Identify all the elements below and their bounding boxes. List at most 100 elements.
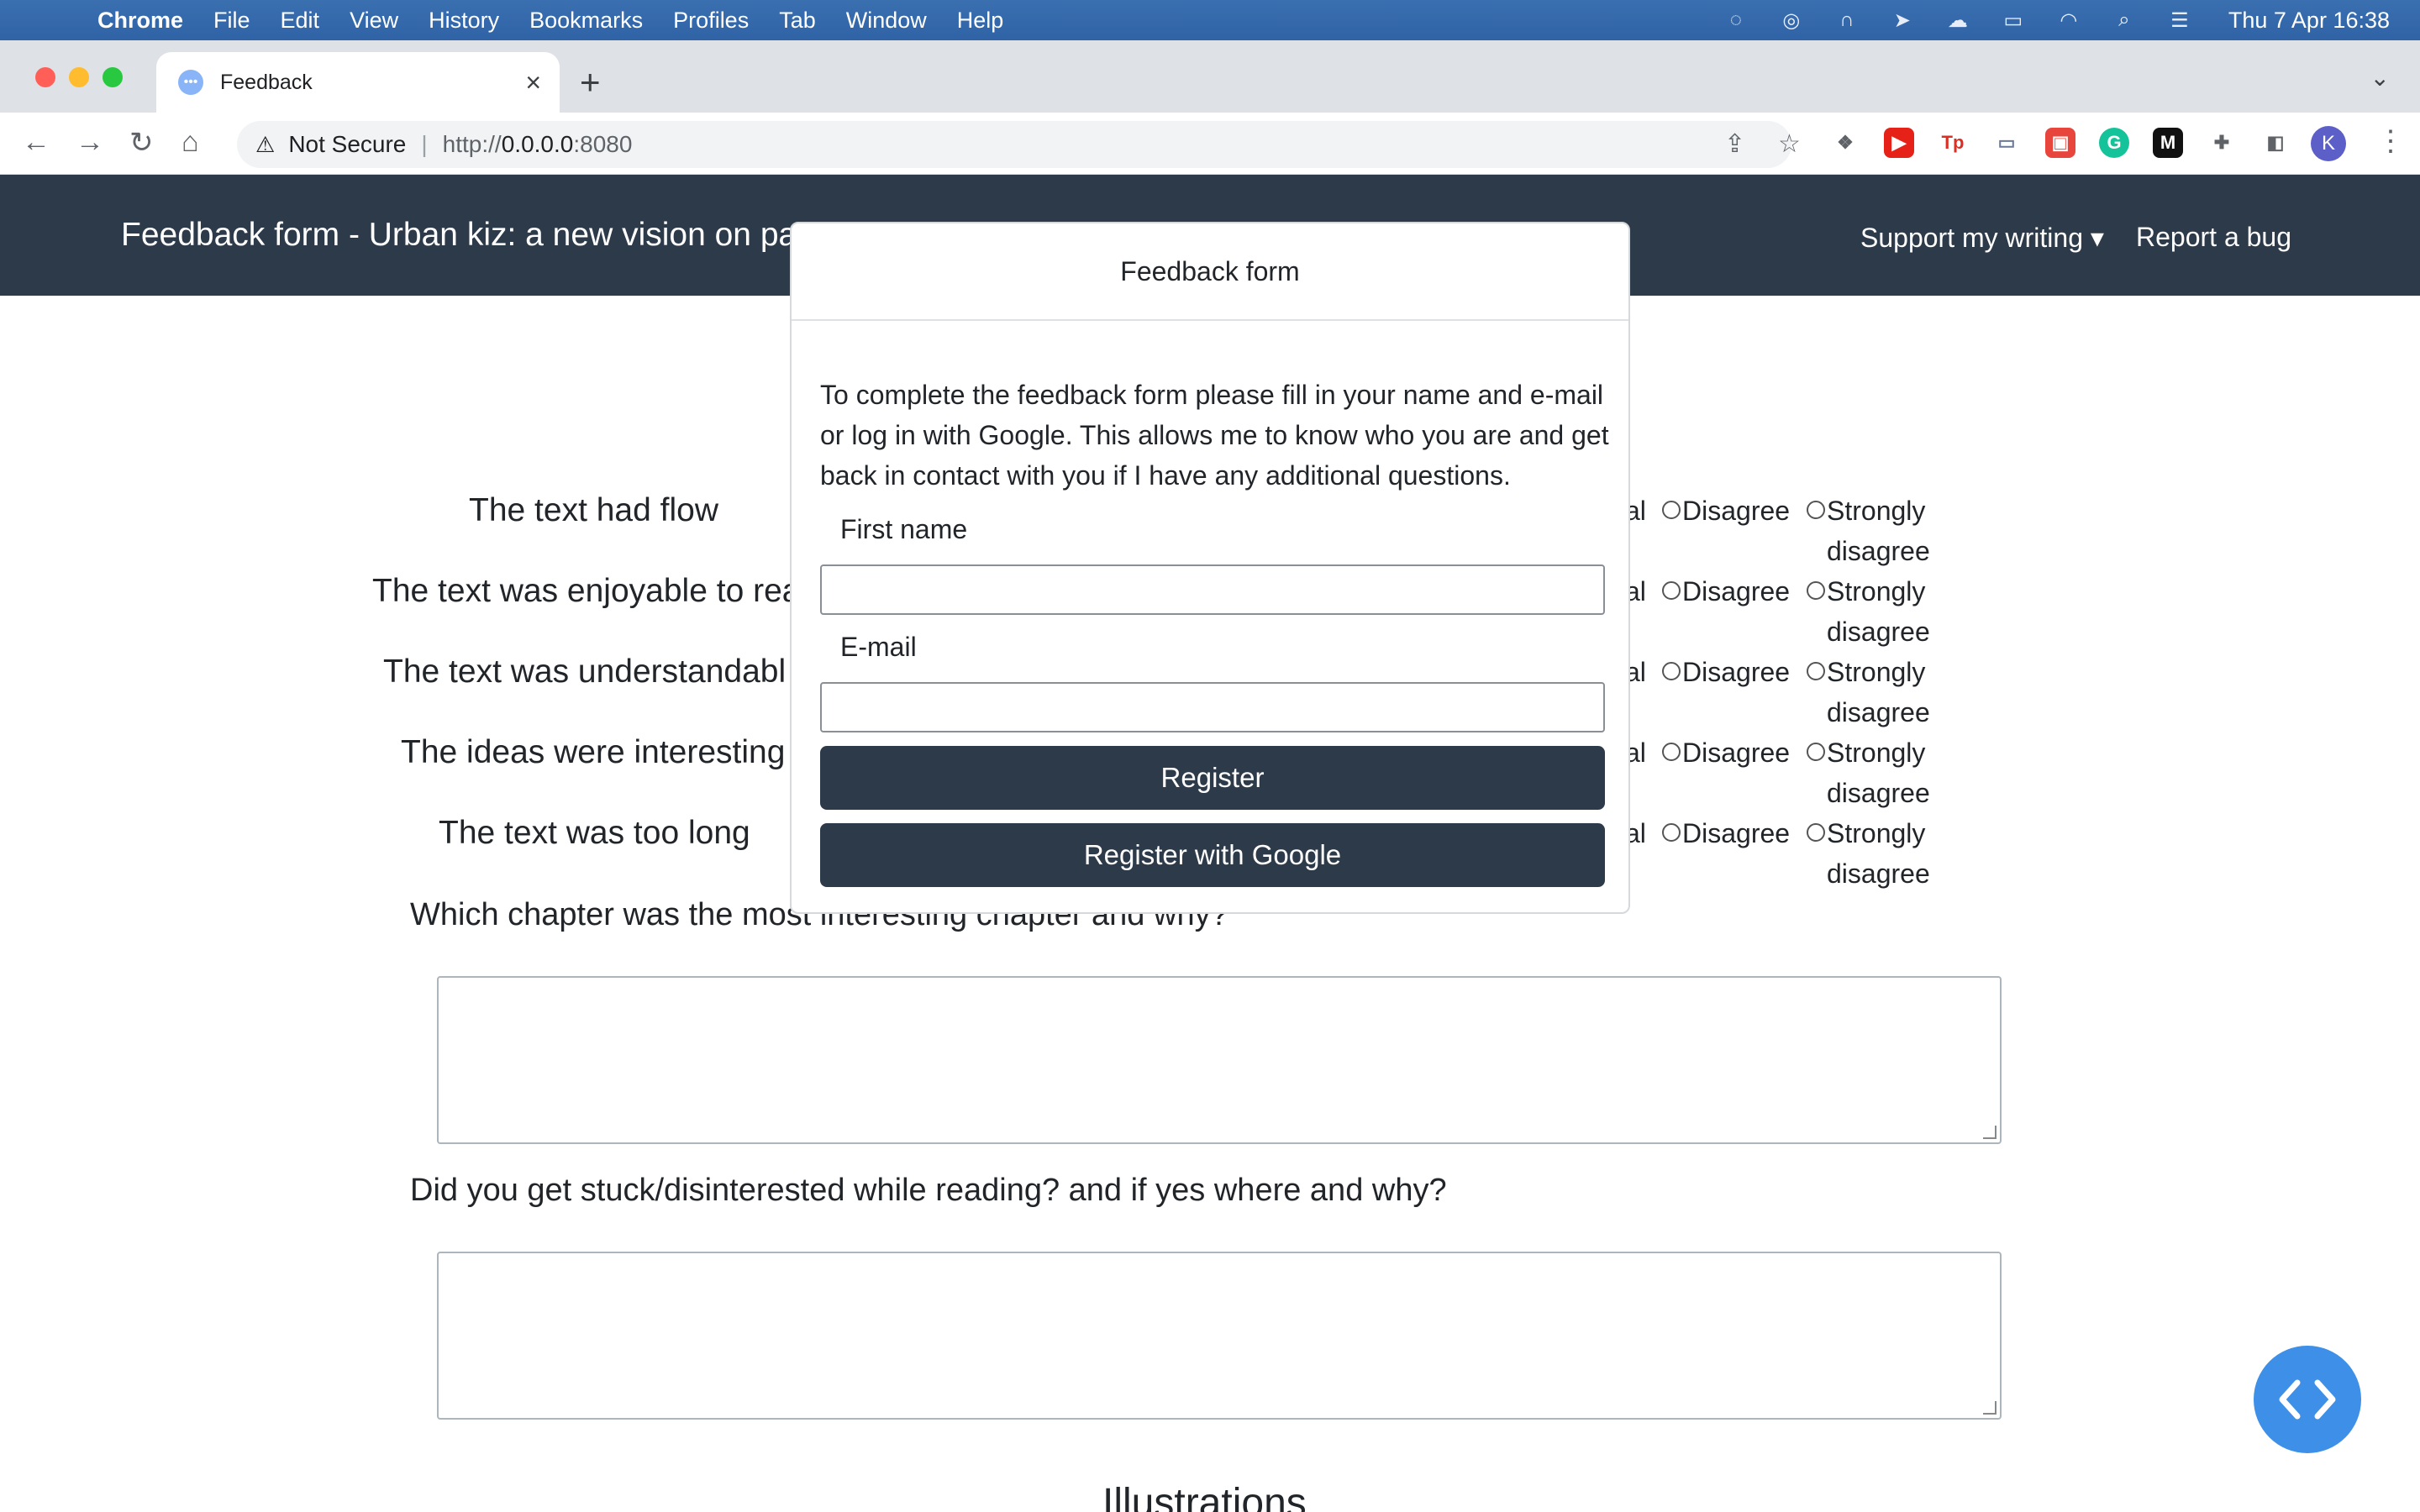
wifi-icon[interactable]: ◠ — [2055, 8, 2082, 32]
strongly-disagree-label-line2: disagree — [1827, 536, 1930, 566]
modal-title: Feedback form — [1120, 255, 1300, 286]
tab-strip: ••• Feedback × + ⌄ — [0, 40, 2420, 113]
battery-icon[interactable]: ▭ — [2000, 8, 2027, 32]
statement-label: The ideas were interesting — [401, 734, 786, 770]
radio-strongly-disagree[interactable] — [1807, 500, 1825, 519]
menubar-clock[interactable]: Thu 7 Apr 16:38 — [2228, 8, 2390, 34]
tab-feedback[interactable]: ••• Feedback × — [156, 52, 560, 113]
close-window-button[interactable] — [35, 67, 55, 87]
radio-strongly-disagree[interactable] — [1807, 580, 1825, 600]
stuck-answer-textarea[interactable] — [437, 1252, 2002, 1420]
tab-title: Feedback — [220, 70, 313, 94]
radio-disagree[interactable] — [1662, 500, 1681, 519]
radio-strongly-disagree[interactable] — [1807, 742, 1825, 761]
creative-cloud-icon[interactable]: ◎ — [1778, 8, 1805, 32]
disagree-option[interactable]: Disagree — [1662, 818, 1790, 849]
strongly-disagree-option[interactable]: Strongly — [1807, 496, 1925, 527]
headphones-icon[interactable]: ∩ — [1833, 8, 1860, 32]
more-menu-icon[interactable]: ⋮ — [2376, 124, 2405, 158]
app-menu: Chrome File Edit View History Bookmarks … — [71, 8, 1003, 34]
security-label[interactable]: Not Secure — [288, 131, 406, 158]
first-name-input[interactable] — [820, 564, 1605, 615]
statement-label: The text was understandabl — [383, 654, 786, 690]
menu-edit[interactable]: Edit — [281, 8, 320, 34]
new-tab-button[interactable]: + — [580, 62, 601, 102]
medium-icon[interactable]: M — [2153, 128, 2183, 158]
support-dropdown[interactable]: Support my writing ▾ — [1860, 222, 2104, 254]
puzzle-icon[interactable]: ✚ — [2207, 128, 2237, 158]
radio-disagree[interactable] — [1662, 742, 1681, 761]
strongly-disagree-label-line2: disagree — [1827, 778, 1930, 808]
strongly-disagree-option[interactable]: Strongly — [1807, 818, 1925, 849]
disagree-option[interactable]: Disagree — [1662, 738, 1790, 769]
resize-grip-icon[interactable] — [1983, 1126, 1996, 1139]
menu-bookmarks[interactable]: Bookmarks — [529, 8, 643, 34]
reload-icon[interactable]: ↻ — [129, 126, 154, 160]
first-name-label: First name — [840, 514, 968, 544]
report-bug-link[interactable]: Report a bug — [2136, 222, 2291, 253]
zoom-window-button[interactable] — [103, 67, 123, 87]
sidepanel-icon[interactable]: ◧ — [2260, 128, 2291, 158]
url-text[interactable]: http://0.0.0.0:8080 — [443, 131, 633, 158]
strongly-disagree-option[interactable]: Strongly — [1807, 657, 1925, 688]
address-bar[interactable]: ⚠ Not Secure | http://0.0.0.0:8080 ⇪ ☆ — [237, 121, 1801, 168]
statement-label: The text was too long — [439, 815, 750, 851]
menu-profiles[interactable]: Profiles — [673, 8, 749, 34]
radio-disagree[interactable] — [1662, 661, 1681, 680]
menu-window[interactable]: Window — [846, 8, 927, 34]
chapter-answer-textarea[interactable] — [437, 976, 2002, 1144]
register-google-button[interactable]: Register with Google — [820, 823, 1605, 887]
send-icon[interactable]: ➤ — [1889, 8, 1916, 32]
youtube-icon[interactable]: ▶ — [1884, 128, 1914, 158]
back-icon[interactable]: ← — [22, 126, 50, 159]
statement-label: The text had flow — [469, 492, 718, 528]
share-icon[interactable]: ⇪ — [1724, 129, 1745, 159]
grammarly-icon[interactable]: G — [2099, 128, 2129, 158]
dropbox-icon[interactable]: ❖ — [1830, 128, 1860, 158]
menu-view[interactable]: View — [350, 8, 398, 34]
radio-disagree[interactable] — [1662, 580, 1681, 600]
tp-icon[interactable]: Tp — [1938, 128, 1968, 158]
menu-help[interactable]: Help — [957, 8, 1004, 34]
control-center-icon[interactable]: ☰ — [2166, 8, 2193, 32]
warning-icon[interactable]: ⚠ — [255, 132, 275, 158]
strongly-disagree-option[interactable]: Strongly — [1807, 738, 1925, 769]
forward-icon[interactable]: → — [76, 126, 104, 159]
close-tab-icon[interactable]: × — [525, 67, 541, 98]
strongly-disagree-option[interactable]: Strongly — [1807, 576, 1925, 607]
disagree-option[interactable]: Disagree — [1662, 657, 1790, 688]
profile-avatar[interactable]: K — [2311, 126, 2346, 161]
menu-file[interactable]: File — [213, 8, 250, 34]
disagree-option[interactable]: Disagree — [1662, 576, 1790, 607]
radio-strongly-disagree[interactable] — [1807, 822, 1825, 842]
question-stuck-reading: Did you get stuck/disinterested while re… — [410, 1173, 1447, 1208]
minimize-window-button[interactable] — [69, 67, 89, 87]
search-icon[interactable]: ⌕ — [2111, 8, 2138, 32]
disagree-label: Disagree — [1682, 576, 1791, 606]
resize-grip-icon[interactable] — [1983, 1401, 1996, 1415]
home-icon[interactable]: ⌂ — [182, 126, 199, 159]
bookmark-star-icon[interactable]: ☆ — [1778, 129, 1801, 159]
register-button[interactable]: Register — [820, 746, 1605, 810]
email-label: E-mail — [840, 632, 917, 662]
site-brand[interactable]: Feedback form - Urban kiz: a new vision … — [121, 217, 808, 254]
radio-strongly-disagree[interactable] — [1807, 661, 1825, 680]
strongly-disagree-label-line2: disagree — [1827, 858, 1930, 889]
code-brackets-icon — [2279, 1379, 2336, 1420]
strongly-label: Strongly — [1827, 576, 1926, 606]
radio-disagree[interactable] — [1662, 822, 1681, 842]
menu-tab[interactable]: Tab — [779, 8, 816, 34]
menu-history[interactable]: History — [429, 8, 499, 34]
tab-search-chevron-icon[interactable]: ⌄ — [2370, 64, 2390, 92]
email-input[interactable] — [820, 682, 1605, 732]
macos-menubar: Chrome File Edit View History Bookmarks … — [0, 0, 2420, 40]
menu-app-name[interactable]: Chrome — [97, 8, 183, 34]
screen-icon[interactable]: ▭ — [1991, 128, 2022, 158]
code-toggle-button[interactable] — [2254, 1346, 2361, 1453]
chat-bubble-icon: ••• — [178, 70, 203, 95]
sync-icon[interactable]: ◌ — [1723, 8, 1749, 32]
elephant-icon[interactable]: ☁ — [1944, 8, 1971, 32]
disagree-option[interactable]: Disagree — [1662, 496, 1790, 527]
feedback-modal: Feedback form To complete the feedback f… — [790, 222, 1630, 914]
red-app-icon[interactable]: ▣ — [2045, 128, 2075, 158]
